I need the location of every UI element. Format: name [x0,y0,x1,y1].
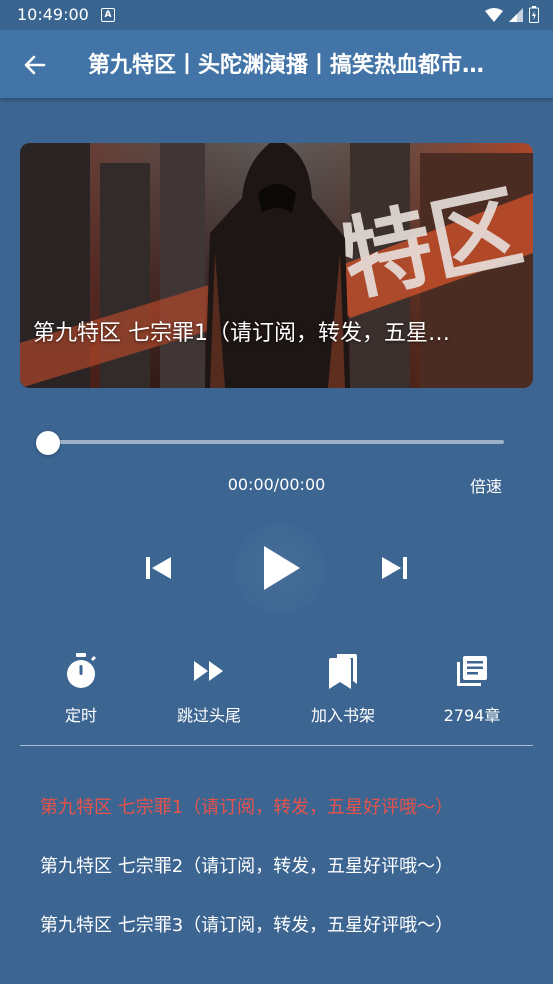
notification-icon: A [101,8,115,22]
chapter-item[interactable]: 第九特区 七宗罪2（请订阅，转发，五星好评哦～） [40,852,520,878]
skip-intro-button[interactable]: 跳过头尾 [154,648,264,726]
library-books-icon [457,656,487,686]
page-title: 第九特区丨头陀渊演播丨搞笑热血都市… [88,53,485,78]
cover-artwork: 特区 [20,143,533,388]
bookmarks-icon [329,654,357,689]
add-to-shelf-button[interactable]: 加入书架 [288,648,398,726]
chapter-item[interactable]: 第九特区 七宗罪1（请订阅，转发，五星好评哦～） [40,793,520,819]
chapter-count-label: 2794章 [443,706,501,725]
status-icons [485,6,539,23]
timer-label: 定时 [64,706,97,725]
chapter-list-button[interactable]: 2794章 [417,648,527,726]
divider [20,745,533,746]
album-cover: 特区 第九特区 七宗罪1（请订阅，转发，五星… [20,143,533,388]
play-icon [264,546,300,590]
timer-button[interactable]: 定时 [26,648,136,726]
status-bar: 10:49:00 A [0,0,553,30]
speed-button[interactable]: 倍速 [470,473,502,497]
arrow-left-icon [24,55,46,75]
app-bar: 第九特区丨头陀渊演播丨搞笑热血都市… [0,30,553,98]
cover-title: 第九特区 七宗罪1（请订阅，转发，五星… [33,321,450,346]
skip-next-icon [382,557,407,579]
fast-forward-icon [194,661,223,681]
next-button[interactable] [380,553,410,587]
chapter-item[interactable]: 第九特区 七宗罪3（请订阅，转发，五星好评哦～） [40,911,520,937]
time-label: 00:00/00:00 [227,475,326,494]
skip-previous-icon [146,557,171,579]
add-to-shelf-label: 加入书架 [310,706,375,725]
status-time: 10:49:00 [17,5,89,24]
previous-button[interactable] [143,553,173,587]
seek-thumb[interactable] [36,431,60,455]
stopwatch-icon [67,653,96,688]
play-button[interactable] [258,543,304,597]
battery-icon [529,6,539,23]
wifi-icon [485,7,503,22]
skip-intro-label: 跳过头尾 [176,706,241,725]
seek-bar[interactable] [49,440,504,444]
signal-icon [509,7,523,22]
back-button[interactable] [20,50,50,80]
